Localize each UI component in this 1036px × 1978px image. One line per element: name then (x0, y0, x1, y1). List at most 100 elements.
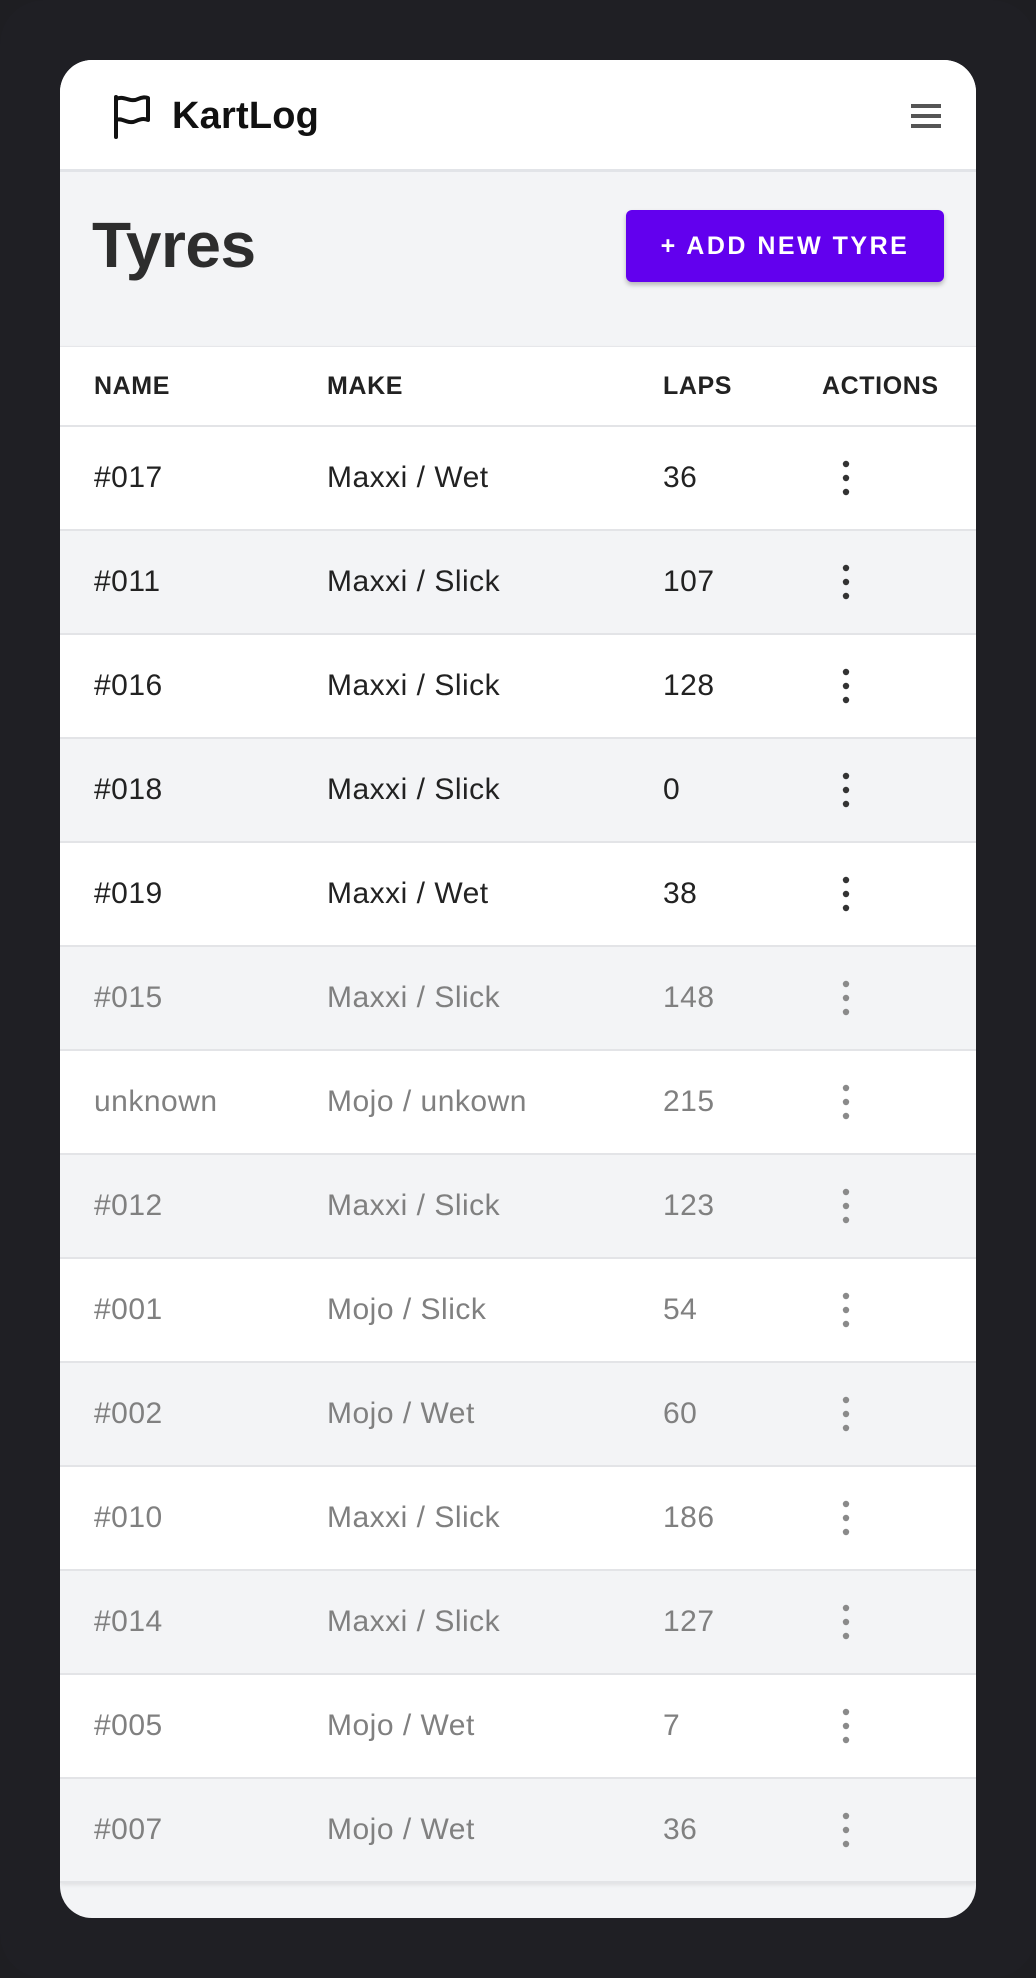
row-actions-button[interactable] (824, 1384, 868, 1444)
tyre-laps-cell: 36 (663, 461, 698, 494)
row-actions-button[interactable] (824, 552, 868, 612)
tyre-laps-cell: 7 (663, 1709, 681, 1742)
tyre-make-cell: Mojo / Wet (327, 1397, 475, 1430)
more-vert-icon (842, 1292, 850, 1328)
tyre-make-cell: Maxxi / Slick (327, 773, 501, 806)
row-actions-button[interactable] (824, 968, 868, 1028)
table-row[interactable]: #015 Maxxi / Slick 148 (60, 947, 976, 1051)
column-header-actions: ACTIONS (822, 371, 939, 400)
table-header: NAME MAKE LAPS ACTIONS (60, 347, 976, 427)
tyre-name-cell: #011 (94, 565, 161, 598)
app-bar: KartLog (60, 60, 976, 172)
column-header-make[interactable]: MAKE (327, 372, 403, 401)
tyre-laps-cell: 38 (663, 877, 698, 910)
menu-button[interactable] (906, 96, 946, 136)
hamburger-menu-icon (911, 104, 941, 128)
tyre-make-cell: Mojo / Wet (327, 1813, 475, 1846)
tyre-laps-cell: 60 (663, 1397, 698, 1430)
row-actions-button[interactable] (824, 1176, 868, 1236)
more-vert-icon (842, 1500, 850, 1536)
brand-name: KartLog (172, 94, 320, 137)
more-vert-icon (842, 564, 850, 600)
row-actions-button[interactable] (824, 760, 868, 820)
more-vert-icon (842, 1708, 850, 1744)
more-vert-icon (842, 1812, 850, 1848)
row-actions-button[interactable] (824, 1696, 868, 1756)
tyre-name-cell: #015 (94, 981, 163, 1014)
tyre-make-cell: Maxxi / Slick (327, 1189, 501, 1222)
row-actions-button[interactable] (824, 448, 868, 508)
tyre-laps-cell: 128 (663, 669, 715, 702)
table-row[interactable]: #012 Maxxi / Slick 123 (60, 1155, 976, 1259)
tyre-make-cell: Maxxi / Slick (327, 565, 501, 598)
tyre-make-cell: Maxxi / Slick (327, 981, 501, 1014)
tyre-laps-cell: 107 (663, 565, 715, 598)
more-vert-icon (842, 460, 850, 496)
table-row[interactable]: #011 Maxxi / Slick 107 (60, 531, 976, 635)
table-row[interactable]: #005 Mojo / Wet 7 (60, 1675, 976, 1779)
table-row[interactable]: #010 Maxxi / Slick 186 (60, 1467, 976, 1571)
tyre-name-cell: #010 (94, 1501, 163, 1534)
tyre-name-cell: #001 (94, 1293, 163, 1326)
tyre-name-cell: #014 (94, 1605, 163, 1638)
row-actions-button[interactable] (824, 1488, 868, 1548)
tyre-name-cell: unknown (94, 1085, 218, 1118)
more-vert-icon (842, 1188, 850, 1224)
tyre-laps-cell: 127 (663, 1605, 715, 1638)
more-vert-icon (842, 668, 850, 704)
column-header-laps[interactable]: LAPS (663, 372, 732, 401)
column-header-name[interactable]: NAME (94, 372, 170, 401)
tyre-name-cell: #019 (94, 877, 163, 910)
brand[interactable]: KartLog (110, 88, 319, 144)
table-row[interactable]: #016 Maxxi / Slick 128 (60, 635, 976, 739)
table-row[interactable]: #007 Mojo / Wet 36 (60, 1779, 976, 1883)
tyre-name-cell: #007 (94, 1813, 163, 1846)
tyre-name-cell: #012 (94, 1189, 163, 1222)
table-body: #017 Maxxi / Wet 36 #011 Maxxi / Slick 107 #01… (60, 427, 976, 1883)
tyre-make-cell: Maxxi / Slick (327, 669, 501, 702)
table-row[interactable]: unknown Mojo / unkown 215 (60, 1051, 976, 1155)
tyre-name-cell: #016 (94, 669, 163, 702)
tyre-laps-cell: 123 (663, 1189, 715, 1222)
tyre-laps-cell: 54 (663, 1293, 698, 1326)
device-frame: KartLog Tyres + ADD NEW TYRE NAME MAKE L… (0, 0, 1036, 1978)
row-actions-button[interactable] (824, 1592, 868, 1652)
row-actions-button[interactable] (824, 864, 868, 924)
table-row[interactable]: #001 Mojo / Slick 54 (60, 1259, 976, 1363)
tyre-make-cell: Maxxi / Slick (327, 1605, 501, 1638)
row-actions-button[interactable] (824, 1800, 868, 1860)
page-title: Tyres (92, 209, 256, 281)
tyre-laps-cell: 186 (663, 1501, 715, 1534)
add-new-tyre-button[interactable]: + ADD NEW TYRE (626, 210, 944, 282)
flag-icon (114, 95, 150, 139)
tyre-make-cell: Mojo / unkown (327, 1085, 527, 1118)
tyre-laps-cell: 148 (663, 981, 715, 1014)
row-actions-button[interactable] (824, 656, 868, 716)
tyre-laps-cell: 0 (663, 773, 681, 806)
tyres-table: NAME MAKE LAPS ACTIONS #017 Maxxi / Wet 36… (60, 346, 976, 1883)
more-vert-icon (842, 1604, 850, 1640)
app-screen: KartLog Tyres + ADD NEW TYRE NAME MAKE L… (60, 60, 976, 1918)
more-vert-icon (842, 876, 850, 912)
tyre-name-cell: #017 (94, 461, 163, 494)
tyre-name-cell: #005 (94, 1709, 163, 1742)
tyre-make-cell: Maxxi / Wet (327, 461, 489, 494)
row-actions-button[interactable] (824, 1072, 868, 1132)
table-row[interactable]: #002 Mojo / Wet 60 (60, 1363, 976, 1467)
tyre-laps-cell: 215 (663, 1085, 715, 1118)
tyre-name-cell: #018 (94, 773, 163, 806)
tyre-make-cell: Mojo / Wet (327, 1709, 475, 1742)
row-actions-button[interactable] (824, 1280, 868, 1340)
table-row[interactable]: #019 Maxxi / Wet 38 (60, 843, 976, 947)
more-vert-icon (842, 772, 850, 808)
table-row[interactable]: #017 Maxxi / Wet 36 (60, 427, 976, 531)
table-row[interactable]: #018 Maxxi / Slick 0 (60, 739, 976, 843)
more-vert-icon (842, 1084, 850, 1120)
table-row[interactable]: #014 Maxxi / Slick 127 (60, 1571, 976, 1675)
tyre-make-cell: Maxxi / Wet (327, 877, 489, 910)
tyre-make-cell: Maxxi / Slick (327, 1501, 501, 1534)
tyre-make-cell: Mojo / Slick (327, 1293, 487, 1326)
tyre-name-cell: #002 (94, 1397, 163, 1430)
more-vert-icon (842, 1396, 850, 1432)
tyre-laps-cell: 36 (663, 1813, 698, 1846)
